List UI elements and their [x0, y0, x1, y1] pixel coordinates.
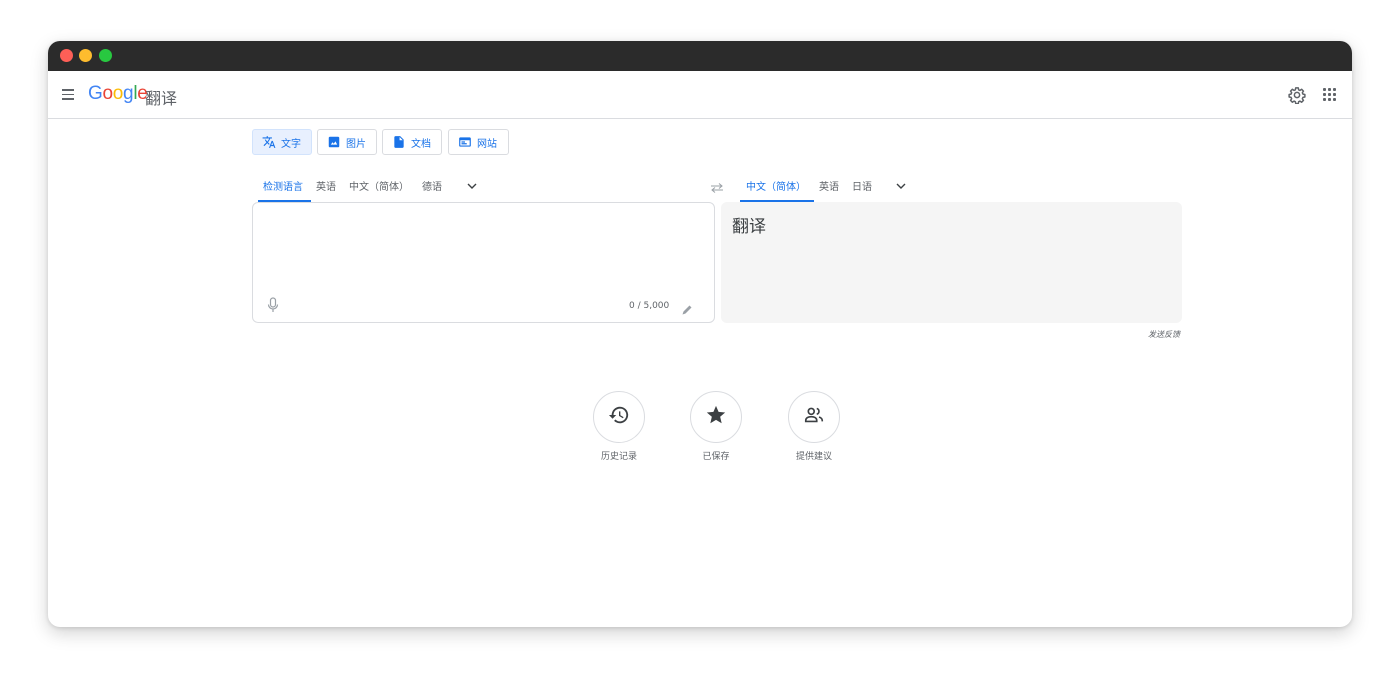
product-name: 翻译: [145, 89, 178, 108]
apps-grid-icon[interactable]: [1323, 88, 1337, 102]
saved-action: 已保存: [690, 391, 742, 462]
target-more-languages-chevron-down-icon[interactable]: [895, 180, 907, 192]
maximize-window-button[interactable]: [99, 49, 112, 62]
source-lang-english-tab[interactable]: 英语: [316, 178, 336, 193]
mode-image-button[interactable]: 图片: [317, 129, 377, 155]
history-label: 历史记录: [600, 452, 637, 462]
website-icon: [458, 135, 472, 149]
community-icon: [803, 404, 825, 430]
source-text-input[interactable]: [267, 213, 687, 283]
character-counter: 0 / 5,000: [629, 301, 670, 311]
saved-button[interactable]: [690, 391, 742, 443]
settings-gear-icon[interactable]: [1288, 86, 1306, 105]
contribute-action: 提供建议: [788, 391, 840, 462]
logo-letter: g: [123, 83, 134, 104]
image-icon: [327, 135, 341, 149]
mode-document-button[interactable]: 文档: [382, 129, 442, 155]
target-lang-english-tab[interactable]: 英语: [819, 178, 839, 193]
source-lang-detect-tab[interactable]: 检测语言: [263, 178, 303, 193]
history-action: 历史记录: [593, 391, 645, 462]
translation-output-panel: 翻译: [721, 202, 1182, 323]
contribute-label: 提供建议: [795, 452, 832, 462]
translate-icon: [262, 135, 276, 149]
source-language-tabs: 检测语言 英语 中文（简体） 德语: [252, 173, 712, 203]
target-lang-chinese-tab[interactable]: 中文（简体）: [746, 178, 806, 193]
source-more-languages-chevron-down-icon[interactable]: [466, 180, 478, 192]
mode-label: 图片: [346, 138, 366, 150]
mode-label: 网站: [477, 138, 497, 150]
history-icon: [608, 404, 630, 430]
swap-languages-icon[interactable]: [710, 179, 724, 193]
saved-label: 已保存: [702, 452, 730, 462]
target-lang-japanese-tab[interactable]: 日语: [852, 178, 872, 193]
send-feedback-link[interactable]: 发送反馈: [1148, 329, 1180, 340]
app-header: Google 翻译: [48, 71, 1352, 119]
mode-label: 文字: [281, 138, 301, 150]
history-button[interactable]: [593, 391, 645, 443]
source-text-panel: 0 / 5,000: [252, 202, 715, 323]
handwriting-pen-icon[interactable]: [681, 301, 693, 315]
source-lang-german-tab[interactable]: 德语: [422, 178, 442, 193]
mode-label: 文档: [411, 138, 431, 150]
document-icon: [392, 135, 406, 149]
logo-letter: o: [112, 83, 124, 104]
hamburger-menu-icon[interactable]: [60, 86, 76, 102]
mode-text-button[interactable]: 文字: [252, 129, 312, 155]
google-logo[interactable]: Google: [88, 83, 148, 105]
microphone-icon[interactable]: [267, 297, 279, 313]
translation-output-text: 翻译: [732, 217, 766, 237]
source-lang-chinese-tab[interactable]: 中文（简体）: [349, 178, 409, 193]
mode-website-button[interactable]: 网站: [448, 129, 509, 155]
contribute-button[interactable]: [788, 391, 840, 443]
star-icon: [705, 404, 727, 430]
logo-letter: G: [88, 83, 103, 104]
logo-letter: o: [102, 83, 113, 104]
window-titlebar: [48, 41, 1352, 71]
minimize-window-button[interactable]: [79, 49, 92, 62]
browser-window: Google 翻译 文字 图片 文档 网站 检测语言 英语 中文（简体） 德语 …: [48, 41, 1352, 627]
target-language-tabs: 中文（简体） 英语 日语: [738, 173, 1198, 203]
close-window-button[interactable]: [60, 49, 73, 62]
